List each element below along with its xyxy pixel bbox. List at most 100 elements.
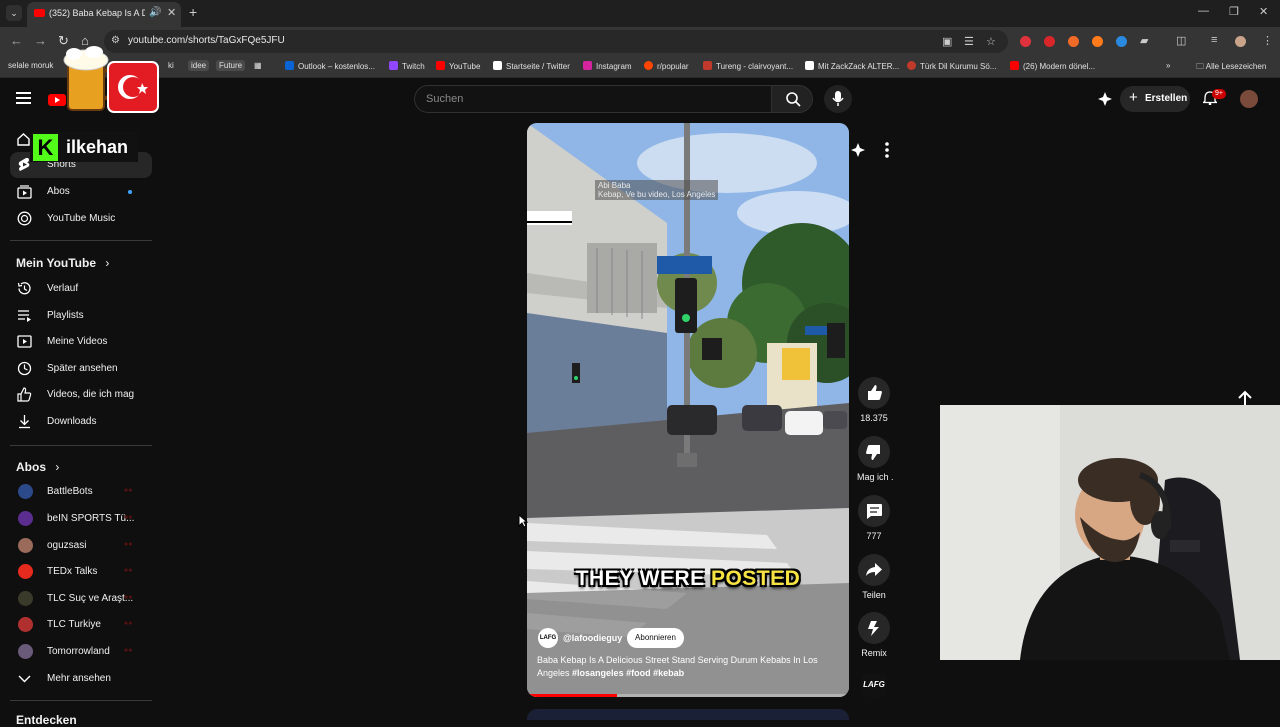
bookmark-item[interactable]: Twitch (389, 61, 425, 71)
voice-search-button[interactable] (824, 85, 852, 113)
dislike-button[interactable]: Mag ich . (857, 436, 894, 482)
hamburger-menu-icon[interactable] (16, 92, 31, 105)
sidebar-item-verlauf[interactable]: Verlauf (0, 276, 150, 302)
channel-handle[interactable]: @lafoodieguy (563, 633, 622, 643)
section-title-mein-youtube[interactable]: Mein YouTube › (16, 256, 109, 270)
share-arrow-icon (866, 563, 882, 576)
next-short-preview[interactable] (527, 709, 849, 720)
bookmark-item[interactable]: Instagram (583, 61, 632, 71)
search-button[interactable] (771, 85, 813, 113)
channel-avatar[interactable]: LAFG (538, 628, 558, 648)
side-panel-icon[interactable]: ◫ (1176, 34, 1186, 47)
sidebar-item-spaeter-ansehen[interactable]: Später ansehen (0, 356, 150, 382)
extension-icon[interactable] (1116, 36, 1127, 47)
sidebar-item-abos[interactable]: Abos (0, 179, 150, 205)
sidebar-item-label: Meine Videos (47, 336, 108, 347)
user-avatar[interactable] (1240, 90, 1258, 108)
sidebar-item-downloads[interactable]: Downloads (0, 409, 150, 435)
bookmark-folder[interactable]: idee (188, 60, 210, 71)
close-window-icon[interactable]: ✕ (1259, 5, 1268, 18)
kick-logo: K (33, 134, 58, 161)
sidebar-subscription-item[interactable]: BattleBots ●● (0, 479, 150, 505)
profile-avatar[interactable] (1235, 36, 1246, 47)
browser-tab-active[interactable]: (352) Baba Kebap Is A Delicious Street S… (27, 2, 181, 27)
sidebar-divider (10, 700, 152, 701)
sidebar-divider (10, 445, 152, 446)
customize-icon[interactable] (1098, 92, 1112, 106)
sidebar-subscription-item[interactable]: TLC Suç ve Araşt... ●● (0, 586, 150, 612)
sidebar-item-youtube-music[interactable]: YouTube Music (0, 206, 150, 232)
sidebar-subscription-item[interactable]: beIN SPORTS Tü... ●● (0, 506, 150, 532)
apps-grid-icon[interactable]: ▦ (254, 61, 262, 70)
customize-icon[interactable] (851, 143, 865, 157)
sidebar-subscription-item[interactable]: Tomorrowland ●● (0, 639, 150, 665)
outlook-icon (285, 61, 294, 70)
section-title-abos[interactable]: Abos › (16, 460, 59, 474)
sidebar-item-meine-videos[interactable]: Meine Videos (0, 329, 150, 355)
like-button[interactable]: 18.375 (857, 377, 891, 423)
bookmark-item[interactable]: Mit ZackZack ALTER... (805, 61, 899, 71)
video-description[interactable]: Baba Kebap Is A Delicious Street Stand S… (537, 654, 837, 680)
bookmark-item[interactable]: Outlook – kostenlos... (285, 61, 375, 71)
more-options-button[interactable] (875, 138, 899, 162)
sidebar-subscription-item[interactable]: TEDx Talks ●● (0, 559, 150, 585)
install-app-icon[interactable]: ▣ (942, 35, 952, 48)
sidebar-subscription-item[interactable]: TLC Turkiye ●● (0, 612, 150, 638)
search-input[interactable]: Suchen (414, 85, 771, 113)
forward-icon[interactable]: → (34, 33, 47, 48)
bookmark-item[interactable]: r/popular (644, 61, 689, 71)
bookmark-item[interactable]: Startseite / Twitter (493, 61, 570, 71)
sidebar-item-liked-videos[interactable]: Videos, die ich mag (0, 382, 150, 408)
hashtags[interactable]: #losangeles #food #kebab (572, 668, 684, 678)
sidebar-item-label: Downloads (47, 416, 97, 427)
sidebar-item-label: YouTube Music (47, 213, 116, 224)
more-bookmarks-icon[interactable]: » (1166, 61, 1170, 70)
create-button[interactable]: + Erstellen (1120, 86, 1190, 112)
sidebar-subscription-item[interactable]: oguzsasi ●● (0, 533, 150, 559)
bookmark-star-icon[interactable]: ☆ (986, 35, 996, 48)
extensions-puzzle-icon[interactable]: ▰ (1140, 34, 1148, 47)
extension-icon[interactable] (1092, 36, 1103, 47)
thumbs-up-icon (868, 385, 882, 400)
my-videos-icon (17, 335, 32, 348)
audio-source-thumbnail[interactable]: LAFG (861, 673, 887, 697)
tab-search-button[interactable]: ⌄ (6, 5, 22, 21)
close-tab-icon[interactable]: ✕ (167, 6, 176, 19)
extension-icon[interactable] (1044, 36, 1055, 47)
bookmark-item[interactable]: selale moruk (8, 61, 53, 70)
sidebar-item-playlists[interactable]: Playlists (0, 303, 150, 329)
bookmark-item[interactable]: Tureng - clairvoyant... (703, 61, 793, 71)
remix-button[interactable]: Remix (857, 612, 891, 658)
new-tab-button[interactable]: + (189, 4, 197, 20)
translate-icon[interactable]: ☰ (964, 35, 974, 48)
short-video-player[interactable]: Abi Baba Kebap, Ve bu video, Los Angeles… (527, 123, 849, 697)
address-bar[interactable]: ⚙ youtube.com/shorts/TaGxFQe5JFU ▣ ☰ ☆ (104, 30, 1008, 53)
all-bookmarks-folder[interactable]: 🗀 Alle Lesezeichen (1196, 61, 1266, 75)
video-caption: THEY WERE POSTED (575, 567, 801, 590)
live-indicator-icon: ●● (124, 594, 133, 601)
bookmark-item[interactable]: YouTube (436, 61, 480, 71)
youtube-icon (1010, 61, 1019, 70)
extension-icon[interactable] (1068, 36, 1079, 47)
watch-later-icon (17, 361, 32, 376)
video-progress-bar[interactable] (527, 694, 849, 697)
media-control-icon[interactable]: ≡ (1211, 34, 1217, 46)
comments-button[interactable]: 777 (857, 495, 891, 541)
share-label: Teilen (862, 590, 886, 600)
microphone-icon (832, 91, 844, 106)
bookmark-item[interactable]: (26) Modern dönel... (1010, 61, 1095, 71)
home-icon[interactable] (17, 133, 30, 146)
back-icon[interactable]: ← (10, 33, 23, 48)
bookmark-item[interactable]: Türk Dil Kurumu Sö... (907, 61, 996, 71)
dislike-label: Mag ich . (857, 472, 894, 482)
speaker-icon[interactable]: 🔊 (149, 7, 161, 18)
sidebar-show-more[interactable]: Mehr ansehen (0, 666, 150, 692)
browser-menu-icon[interactable]: ⋮ (1262, 34, 1273, 47)
minimize-icon[interactable]: — (1198, 5, 1209, 17)
subscribe-button[interactable]: Abonnieren (627, 628, 684, 648)
channel-name: beIN SPORTS Tü... (47, 513, 135, 524)
maximize-icon[interactable]: ❐ (1229, 5, 1239, 18)
share-button[interactable]: Teilen (857, 554, 891, 600)
extension-icon[interactable] (1020, 36, 1031, 47)
bookmark-folder[interactable]: Future (216, 60, 246, 71)
